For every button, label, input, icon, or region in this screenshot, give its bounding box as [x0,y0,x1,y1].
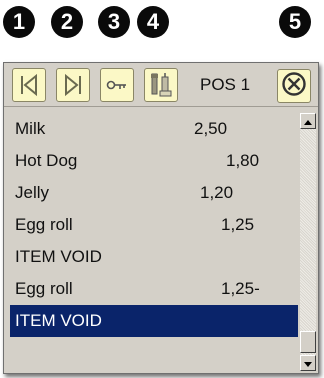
list-item[interactable]: Milk 2,50 [10,113,298,145]
item-name: Egg roll [15,279,73,298]
list-item[interactable]: Jelly 1,20 [10,177,298,209]
close-button[interactable] [277,69,311,103]
last-record-button[interactable] [56,68,90,102]
close-circle-icon [280,70,308,103]
arrow-up-icon [304,112,312,130]
first-record-button[interactable] [12,68,46,102]
toolbar: POS 1 [4,63,318,107]
list-item-selected[interactable]: ITEM VOID [10,305,298,337]
item-name: Hot Dog [15,151,78,170]
item-price: 2,50 [194,119,228,138]
list-item[interactable]: Egg roll 1,25- [10,273,298,305]
pos-window: POS 1 Milk 2,50 Hot Dog 1,80 Jelly 1,20 … [3,62,319,374]
callout-2: 2 [51,6,83,38]
item-price: 1,25 [221,215,255,234]
callout-3: 3 [98,6,130,38]
key-icon [104,72,130,98]
scroll-up-button[interactable] [300,113,316,129]
scroll-down-button[interactable] [300,355,316,371]
arrow-down-icon [304,354,312,372]
item-price: 1,20 [200,183,234,202]
item-name: ITEM VOID [15,311,102,330]
item-price: 1,25- [221,279,260,298]
terminal-label: POS 1 [200,75,251,94]
receipt-list: Milk 2,50 Hot Dog 1,80 Jelly 1,20 Egg ro… [10,113,298,371]
list-item[interactable]: ITEM VOID [10,241,298,273]
item-name: Milk [15,119,46,138]
list-item[interactable]: Egg roll 1,25 [10,209,298,241]
scroll-thumb[interactable] [300,331,316,353]
item-name: ITEM VOID [15,247,102,266]
callout-5: 5 [279,6,311,38]
last-record-icon [60,72,86,98]
key-button[interactable] [100,68,134,102]
vertical-scrollbar[interactable] [300,113,316,371]
list-item[interactable]: Hot Dog 1,80 [10,145,298,177]
item-name: Jelly [15,183,50,202]
tools-button[interactable] [144,68,178,102]
item-name: Egg roll [15,215,73,234]
first-record-icon [16,72,42,98]
item-price: 1,80 [226,151,260,170]
tools-icon [148,71,174,99]
callout-4: 4 [137,6,169,38]
callout-1: 1 [3,6,35,38]
